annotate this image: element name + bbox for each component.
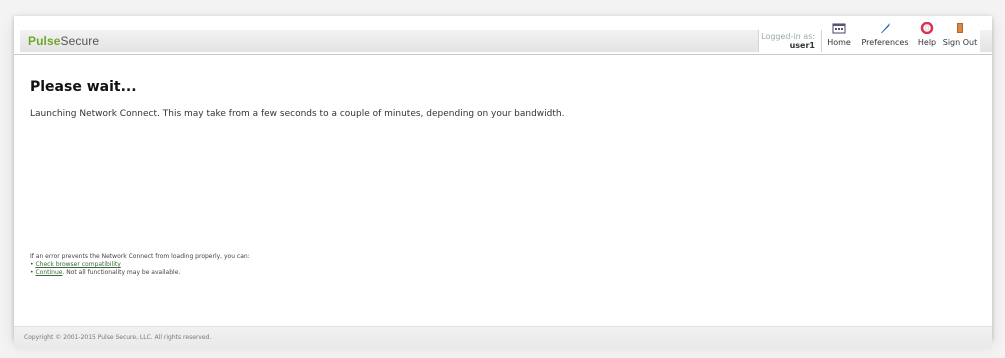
help-icon bbox=[914, 21, 940, 36]
sign-out-icon bbox=[940, 22, 980, 36]
logo-strip: PulseSecure bbox=[20, 30, 758, 52]
nav-home[interactable]: Home bbox=[822, 22, 856, 52]
page-sheet: PulseSecure Logged-in as: user1 Home Pre… bbox=[14, 16, 992, 349]
nav-sign-out[interactable]: Sign Out bbox=[940, 22, 980, 52]
logged-in-label: Logged-in as: bbox=[761, 32, 815, 41]
nav-help-label: Help bbox=[917, 38, 937, 47]
nav-sign-out-label: Sign Out bbox=[942, 38, 978, 47]
list-item-continue: • Continue. Not all functionality may be… bbox=[30, 269, 181, 276]
brand-pulse: Pulse bbox=[28, 34, 61, 48]
nav-home-label: Home bbox=[827, 38, 851, 47]
preferences-icon bbox=[856, 22, 914, 36]
launch-message: Launching Network Connect. This may take… bbox=[30, 109, 565, 119]
nav-help[interactable]: Help bbox=[914, 21, 940, 52]
continue-suffix: . Not all functionality may be available… bbox=[62, 269, 181, 276]
page-title: Please wait... bbox=[30, 79, 137, 95]
error-intro: If an error prevents the Network Connect… bbox=[30, 253, 250, 260]
brand-secure: Secure bbox=[60, 34, 100, 48]
brand-logo[interactable]: PulseSecure bbox=[28, 34, 99, 48]
header-bar: PulseSecure Logged-in as: user1 Home Pre… bbox=[14, 16, 992, 55]
continue-link[interactable]: Continue bbox=[35, 269, 62, 276]
header-end-strip bbox=[980, 30, 992, 52]
check-compatibility-link[interactable]: Check browser compatibility bbox=[35, 261, 120, 268]
footer-bar: Copyright © 2001-2015 Pulse Secure, LLC.… bbox=[14, 326, 992, 349]
list-item-compatibility: • Check browser compatibility bbox=[30, 261, 121, 268]
home-icon bbox=[822, 22, 856, 36]
nav-preferences-label: Preferences bbox=[861, 38, 909, 47]
error-help-block: If an error prevents the Network Connect… bbox=[30, 253, 250, 277]
nav-preferences[interactable]: Preferences bbox=[856, 22, 914, 52]
logged-in-box: Logged-in as: user1 bbox=[758, 30, 822, 52]
username-label: user1 bbox=[789, 41, 815, 50]
copyright-text: Copyright © 2001-2015 Pulse Secure, LLC.… bbox=[24, 334, 212, 341]
